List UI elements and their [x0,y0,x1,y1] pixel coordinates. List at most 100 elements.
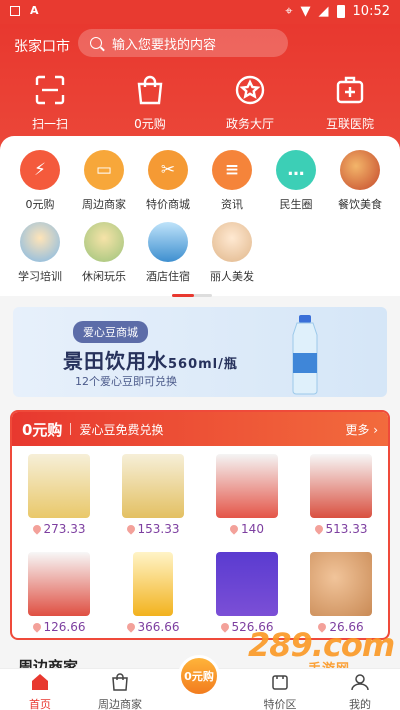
category-zero-buy[interactable]: ⚡ 0元购 [10,150,70,212]
bottom-nav-label: 特价区 [263,698,297,710]
zero-buy-title: 0元购 [22,420,63,439]
category-label: 休闲玩乐 [82,270,126,283]
top-nav-label: 扫一扫 [31,117,68,131]
product-price: 273.33 [43,522,86,536]
store-box-icon: ▭ [84,150,124,190]
page-indicator [172,294,212,297]
category-special-mall[interactable]: ✂ 特价商城 [138,150,198,212]
ticket-icon: ✂ [148,150,188,190]
bottom-nav-zero-buy[interactable]: 0元购 [160,655,240,710]
love-bean-icon [30,621,43,633]
category-grid: ⚡ 0元购 ▭ 周边商家 ✂ 特价商城 ≡ 资讯 … 民生圈 餐饮美食 学习培训 [10,150,390,284]
bottom-nav-sale[interactable]: 特价区 [240,669,320,710]
zero-buy-header: 0元购 爱心豆免费兑换 更多 › [12,412,388,446]
kids-product-image [216,552,278,616]
category-beauty[interactable]: 丽人美发 [202,222,262,284]
category-label: 学习培训 [18,270,62,283]
rice-bag-image [28,552,90,616]
category-study[interactable]: 学习培训 [10,222,70,284]
status-bar: A ⌖ ▼ ◢ 10:52 [0,0,400,24]
category-panel: ⚡ 0元购 ▭ 周边商家 ✂ 特价商城 ≡ 资讯 … 民生圈 餐饮美食 学习培训 [0,136,400,296]
shopping-bag-icon [137,75,163,105]
category-livelihood[interactable]: … 民生圈 [266,150,326,212]
love-bean-icon [124,621,137,633]
lightning-icon: ⚡ [20,150,60,190]
medical-kit-icon [336,76,364,104]
zero-buy-more-link[interactable]: 更多 › [345,421,378,438]
city-selector[interactable]: 张家口市 [14,36,70,56]
category-label: 特价商城 [146,198,190,211]
category-food[interactable]: 餐饮美食 [330,150,390,212]
product-price: 126.66 [43,620,86,634]
water-bottle-image [292,315,318,395]
product-price: 366.66 [137,620,180,634]
category-label: 酒店住宿 [146,270,190,283]
banner-subtitle: 12个爱心豆即可兑换 [75,375,177,388]
oil-bottle-image [133,552,173,616]
flour-bag-image [216,454,278,518]
home-icon [32,674,48,690]
beauty-photo-icon [212,222,252,262]
rice-bag-image [310,454,372,518]
banner-title-unit: 560ml/瓶 [168,357,238,372]
flour-bag-image [122,454,184,518]
search-bar[interactable]: 输入您要找的内容 [78,29,288,57]
product-grid: 273.33 153.33 140 513.33 126.66 366.66 5… [12,446,388,638]
product-card[interactable]: 273.33 [12,452,106,546]
zero-buy-section: 0元购 爱心豆免费兑换 更多 › 273.33 153.33 140 513.3… [10,410,390,640]
product-card[interactable]: 153.33 [106,452,200,546]
product-card[interactable]: 140 [200,452,294,546]
app-notification-icon: A [30,4,39,17]
profile-icon [351,674,369,691]
bottom-nav-label: 我的 [349,698,371,710]
zero-buy-center-icon: 0元购 [178,655,220,697]
flour-bag-image [28,454,90,518]
product-card[interactable]: 366.66 [106,550,200,638]
search-icon [90,37,102,49]
food-photo-icon [340,150,380,190]
bottom-nav: 首页 周边商家 0元购 特价区 我的 [0,655,400,710]
love-bean-icon [124,523,137,535]
top-nav-label: 互联医院 [325,117,374,131]
promo-banner[interactable]: 爱心豆商城 景田饮用水560ml/瓶 12个爱心豆即可兑换 [13,307,387,397]
banner-tag: 爱心豆商城 [73,321,148,343]
category-label: 餐饮美食 [338,198,382,211]
scan-icon [35,75,65,105]
top-nav-government-hall[interactable]: 政务大厅 [200,74,300,132]
category-label: 周边商家 [82,198,126,211]
category-label: 0元购 [25,198,55,211]
bottom-nav-nearby[interactable]: 周边商家 [80,669,160,710]
category-leisure[interactable]: 休闲玩乐 [74,222,134,284]
top-nav: 扫一扫 0元购 政务大厅 互联医院 [0,74,400,132]
category-news[interactable]: ≡ 资讯 [202,150,262,212]
shopping-bag-icon [112,673,128,691]
hotel-photo-icon [148,222,188,262]
category-hotel[interactable]: 酒店住宿 [138,222,198,284]
top-nav-scan[interactable]: 扫一扫 [0,74,100,132]
top-nav-zero-buy[interactable]: 0元购 [100,74,200,132]
product-price: 513.33 [325,522,368,536]
wifi-icon: ▼ [300,4,311,19]
search-placeholder: 输入您要找的内容 [112,37,217,53]
news-icon: ≡ [212,150,252,190]
product-card[interactable]: 126.66 [12,550,106,638]
signal-icon: ◢ [318,4,329,19]
site-watermark: 289.com 手游网 [248,626,395,677]
bottom-nav-profile[interactable]: 我的 [320,669,400,710]
battery-icon [336,5,345,18]
bottom-nav-home[interactable]: 首页 [0,669,80,710]
star-badge-icon [235,75,265,105]
location-icon: ⌖ [285,4,293,19]
bottom-nav-label: 首页 [29,698,51,710]
sale-icon [272,675,288,690]
product-price: 153.33 [137,522,180,536]
clock: 10:52 [352,4,390,19]
category-label: 民生圈 [279,198,313,211]
leisure-photo-icon [84,222,124,262]
top-nav-internet-hospital[interactable]: 互联医院 [300,74,400,132]
banner-title-text: 景田饮用水 [63,349,168,373]
category-label: 资讯 [221,198,243,211]
category-nearby-stores[interactable]: ▭ 周边商家 [74,150,134,212]
product-card[interactable]: 513.33 [294,452,388,546]
product-price: 140 [241,522,264,536]
